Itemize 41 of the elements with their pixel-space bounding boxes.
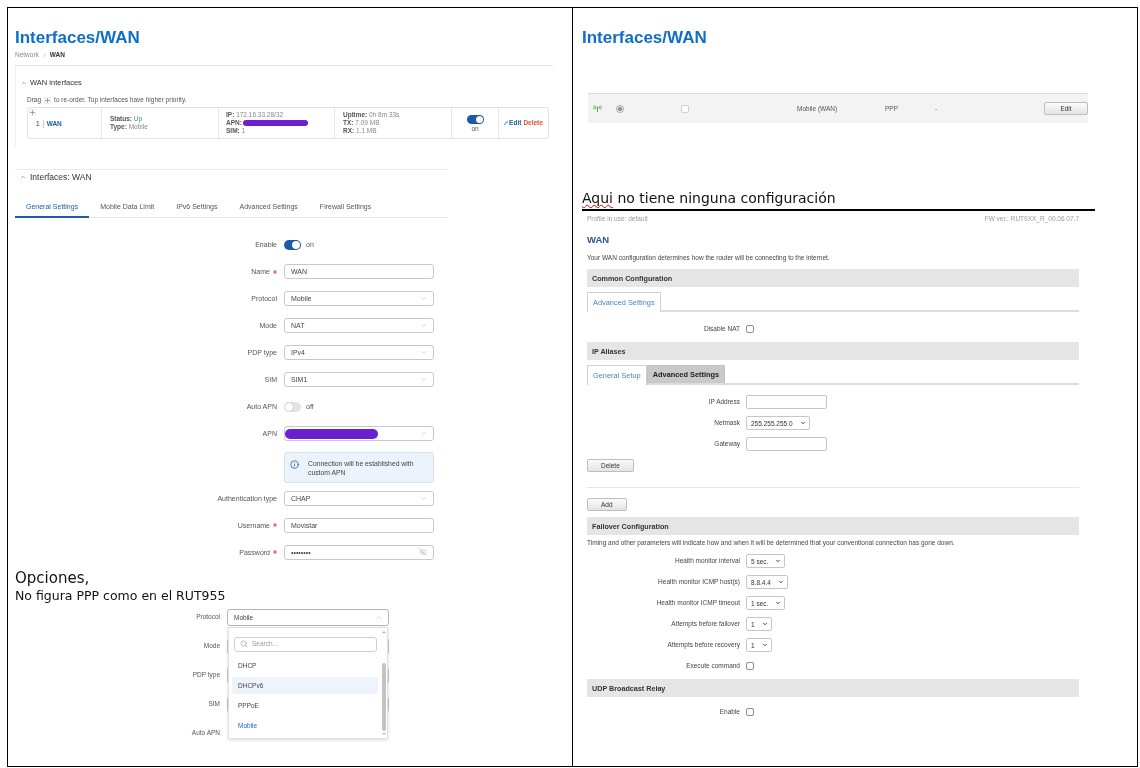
chevron-down-icon [777,579,784,585]
pencil-icon [504,121,509,125]
chevron-down-icon [761,621,768,627]
info-icon [290,459,299,469]
radio-button[interactable] [616,104,624,113]
chevron-up-icon[interactable] [21,80,27,86]
page-heading: WAN [587,234,610,246]
chevron-down-icon [420,295,427,302]
input-field[interactable] [746,395,827,409]
chevron-down-icon [420,430,427,437]
toggle-switch[interactable] [284,239,301,250]
chevron-right-icon [41,52,47,58]
page-title: Interfaces/WAN [582,28,707,48]
chevron-down-icon [761,642,768,648]
chevron-down-icon [420,376,427,383]
chevron-down-icon [420,494,427,502]
toggle-switch[interactable] [284,401,301,412]
note-text: No figura PPP como en el RUT955 [15,587,226,603]
toggle-switch[interactable] [466,114,484,124]
chevron-down-icon [420,322,427,329]
chevron-down-icon [775,558,782,564]
chevron-down-icon [799,420,806,426]
eye-off-icon[interactable] [419,548,427,556]
checkbox[interactable] [681,104,689,113]
chevron-down-icon [420,349,427,356]
drag-handle-icon [44,96,52,104]
chevron-down-icon [775,600,782,606]
note-heading: Opciones, [15,568,90,587]
note-text: Aqui no tiene ninguna configuración [582,190,836,207]
checkbox[interactable] [746,325,754,333]
select-field[interactable] [284,426,434,441]
search-icon [240,640,248,648]
section-title: Interfaces: WAN [30,172,92,182]
checkbox[interactable] [746,708,754,716]
checkbox[interactable] [746,662,754,670]
drag-handle-icon[interactable] [29,109,36,116]
chevron-up-icon[interactable] [20,174,26,180]
antenna-icon [593,105,602,112]
input-field[interactable] [746,437,827,451]
scrollbar[interactable] [381,630,386,735]
page-title: Interfaces/WAN [15,28,140,48]
